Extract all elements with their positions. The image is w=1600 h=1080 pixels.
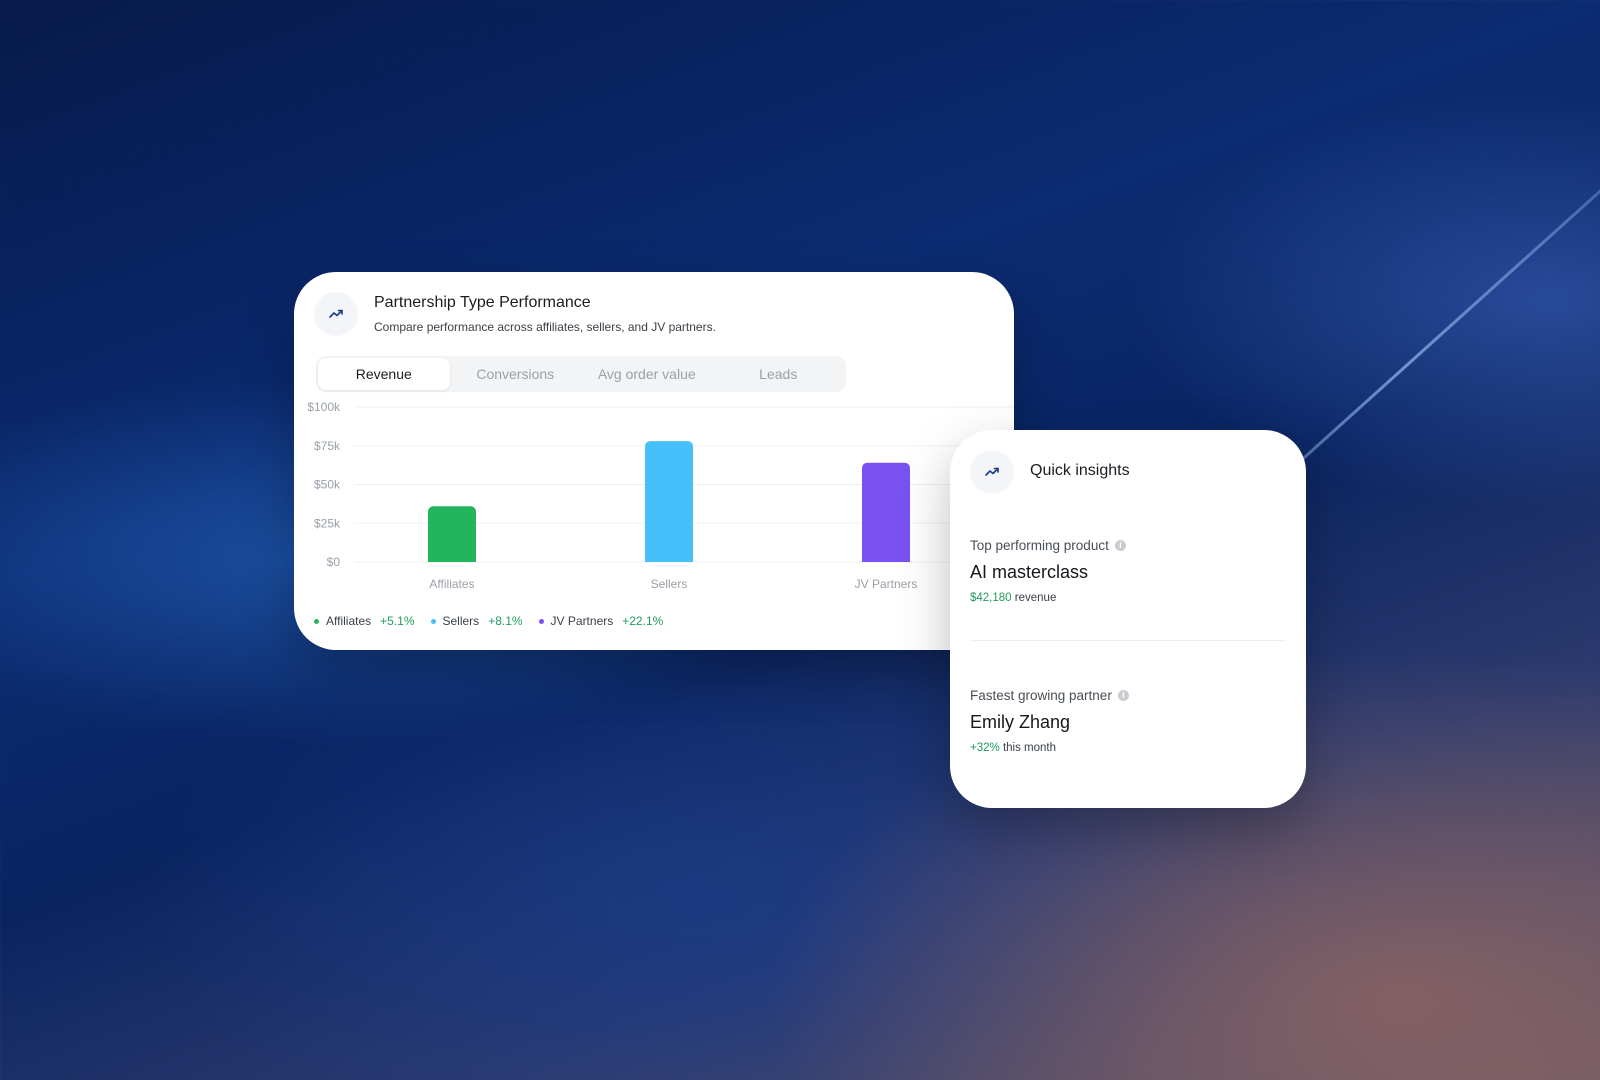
fastest-partner-meta: +32% this month: [970, 742, 1129, 754]
legend-label: Sellers: [442, 614, 480, 628]
top-product-label: Top performing product: [970, 538, 1109, 553]
x-tick-label: JV Partners: [855, 577, 918, 591]
bar-jv-partners[interactable]: [862, 462, 910, 562]
tab-avg-order-value[interactable]: Avg order value: [581, 358, 713, 390]
metric-tabs: Revenue Conversions Avg order value Lead…: [316, 356, 846, 392]
info-icon[interactable]: i: [1117, 690, 1129, 701]
legend-dot: [314, 618, 319, 624]
x-tick-label: Sellers: [651, 577, 688, 591]
top-product-value: AI masterclass: [970, 562, 1089, 582]
fastest-partner-block: Fastest growing partner i Emily Zhang +3…: [970, 688, 1129, 754]
chart-legend: Affiliates +5.1% Sellers +8.1% JV Partne…: [314, 614, 663, 628]
y-tick-label: $0: [327, 555, 341, 569]
trending-up-icon: [314, 292, 358, 336]
x-tick-label: Affiliates: [429, 577, 474, 591]
tab-conversions[interactable]: Conversions: [450, 358, 582, 390]
fastest-partner-label: Fastest growing partner: [970, 688, 1112, 703]
info-icon[interactable]: i: [1114, 540, 1126, 551]
trending-up-icon: [970, 450, 1014, 494]
legend-item-affiliates: Affiliates +5.1%: [314, 614, 415, 628]
card-title: Partnership Type Performance: [374, 294, 591, 311]
legend-dot: [538, 618, 544, 624]
y-tick-label: $75k: [314, 439, 341, 453]
fastest-partner-change-suffix: this month: [1002, 742, 1056, 754]
top-product-block: Top performing product i AI masterclass …: [970, 538, 1126, 604]
partnership-performance-card: Partnership Type Performance Compare per…: [294, 272, 1014, 650]
top-product-amount: $42,180: [970, 592, 1012, 604]
y-tick-label: $25k: [314, 516, 341, 530]
top-product-label-row: Top performing product i: [970, 538, 1126, 553]
tab-revenue[interactable]: Revenue: [318, 358, 450, 390]
legend-item-sellers: Sellers +8.1%: [430, 614, 523, 628]
legend-change: +5.1%: [380, 614, 415, 628]
fastest-partner-change: +32%: [970, 742, 1000, 754]
top-product-meta: $42,180 revenue: [970, 592, 1126, 604]
y-tick-label: $50k: [314, 478, 341, 492]
y-tick-label: $100k: [307, 400, 341, 414]
legend-change: +8.1%: [488, 614, 523, 628]
bar-affiliates[interactable]: [428, 506, 476, 562]
revenue-bar-chart: $0 $25k $50k $75k $100k Affiliates Sellers JV P…: [307, 400, 1014, 591]
card-subtitle: Compare performance across affiliates, s…: [374, 320, 716, 334]
bar-sellers[interactable]: [645, 441, 693, 562]
insights-title: Quick insights: [1030, 462, 1130, 479]
legend-dot: [430, 618, 436, 624]
divider: [970, 640, 1286, 641]
fastest-partner-value: Emily Zhang: [970, 712, 1071, 732]
legend-item-jv-partners: JV Partners +22.1%: [538, 614, 664, 628]
tab-leads[interactable]: Leads: [713, 358, 845, 390]
legend-label: JV Partners: [550, 614, 614, 628]
top-product-amount-suffix: revenue: [1014, 592, 1057, 604]
legend-label: Affiliates: [326, 614, 372, 628]
quick-insights-card: Quick insights Top performing product i …: [950, 430, 1306, 808]
fastest-partner-label-row: Fastest growing partner i: [970, 688, 1129, 703]
legend-change: +22.1%: [622, 614, 664, 628]
